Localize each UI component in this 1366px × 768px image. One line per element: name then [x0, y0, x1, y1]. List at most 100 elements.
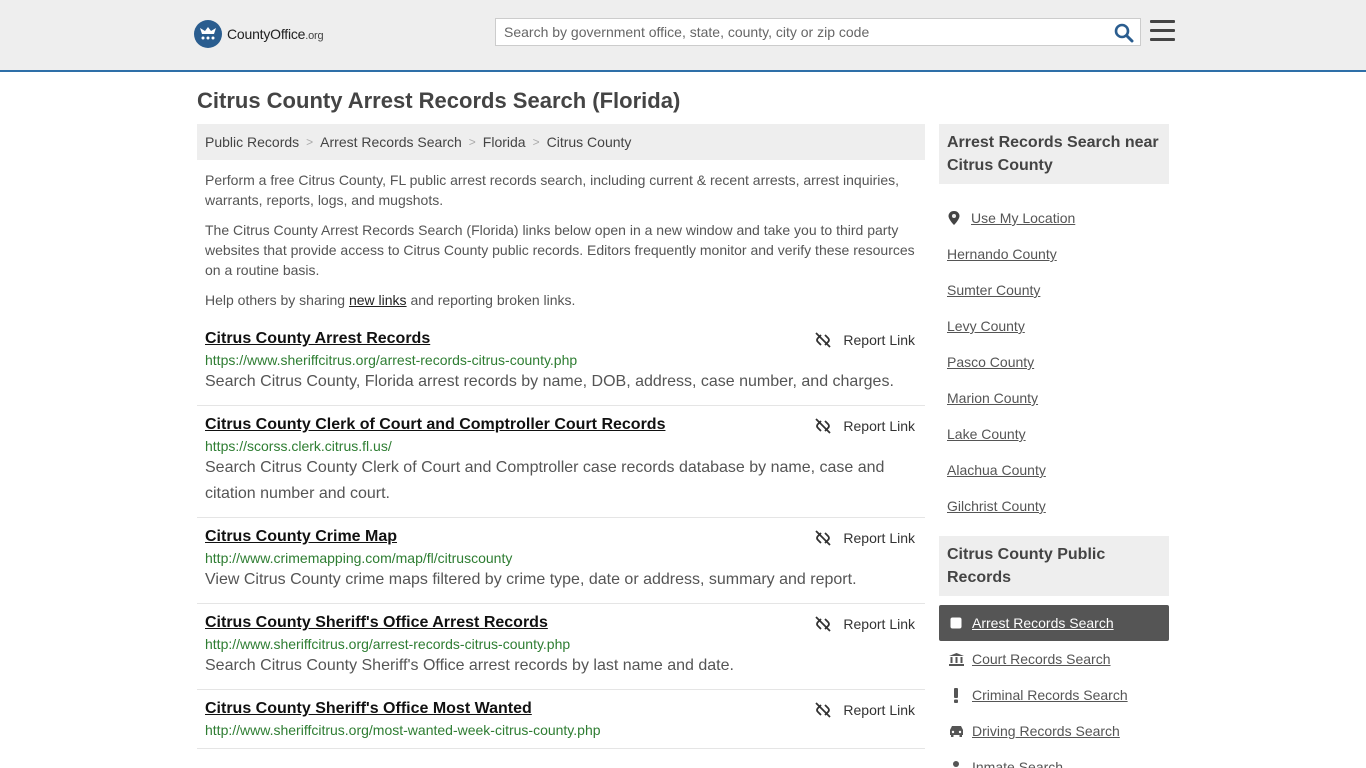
public-item-arrest-records[interactable]: Arrest Records Search — [939, 605, 1169, 641]
public-records-title: Citrus County Public Records — [939, 536, 1169, 596]
use-location-link[interactable]: Use My Location — [947, 210, 1075, 226]
result-item: Citrus County Sheriff's Office Arrest Re… — [197, 604, 925, 690]
report-link-label: Report Link — [843, 702, 915, 718]
near-item-label[interactable]: Marion County — [947, 390, 1038, 406]
result-title-link[interactable]: Citrus County Clerk of Court and Comptro… — [205, 416, 665, 434]
broken-link-icon — [815, 702, 832, 718]
intro-share-after: and reporting broken links. — [406, 292, 576, 308]
near-item-label[interactable]: Lake County — [947, 426, 1026, 442]
result-title-link[interactable]: Citrus County Sheriff's Office Most Want… — [205, 700, 532, 718]
near-title: Arrest Records Search near Citrus County — [939, 124, 1169, 184]
broken-link-icon — [815, 332, 832, 348]
breadcrumb-florida[interactable]: Florida — [483, 134, 526, 150]
report-link-label: Report Link — [843, 616, 915, 632]
broken-link-icon — [815, 616, 832, 632]
logo-text: CountyOffice.org — [227, 26, 324, 42]
result-description: Search Citrus County Sheriff's Office ar… — [205, 657, 734, 674]
public-item-court-records[interactable]: Court Records Search — [939, 641, 1169, 677]
near-item-lake[interactable]: Lake County — [947, 416, 1169, 452]
courthouse-icon — [948, 652, 964, 666]
car-icon — [948, 725, 964, 737]
breadcrumb-public-records[interactable]: Public Records — [205, 134, 299, 150]
breadcrumb-citrus-county[interactable]: Citrus County — [547, 134, 632, 150]
map-pin-icon — [948, 211, 960, 225]
public-item-label[interactable]: Court Records Search — [972, 651, 1111, 667]
public-item-label[interactable]: Arrest Records Search — [972, 615, 1114, 631]
intro-paragraph-3: Help others by sharing new links and rep… — [205, 290, 920, 310]
breadcrumb-arrest-records[interactable]: Arrest Records Search — [320, 134, 462, 150]
logo-text-main: CountyOffice — [227, 26, 306, 42]
public-item-driving-records[interactable]: Driving Records Search — [939, 713, 1169, 749]
result-description: Search Citrus County Clerk of Court and … — [205, 459, 885, 502]
near-item-label[interactable]: Sumter County — [947, 282, 1040, 298]
public-item-inmate-search[interactable]: Inmate Search — [939, 749, 1169, 768]
report-link-button[interactable]: Report Link — [815, 616, 915, 632]
inmate-icon — [948, 760, 964, 768]
report-link-button[interactable]: Report Link — [815, 418, 915, 434]
report-link-button[interactable]: Report Link — [815, 530, 915, 546]
intro-paragraph-1: Perform a free Citrus County, FL public … — [205, 172, 900, 208]
near-item-pasco[interactable]: Pasco County — [947, 344, 1169, 380]
result-item: Citrus County Clerk of Court and Comptro… — [197, 406, 925, 518]
intro-share-before: Help others by sharing — [205, 292, 349, 308]
logo-badge-icon — [194, 20, 222, 48]
near-item-marion[interactable]: Marion County — [947, 380, 1169, 416]
breadcrumb: Public Records > Arrest Records Search >… — [197, 124, 925, 160]
intro-paragraph-2: The Citrus County Arrest Records Search … — [205, 222, 915, 278]
result-description: View Citrus County crime maps filtered b… — [205, 571, 857, 588]
logo[interactable]: CountyOffice.org — [194, 20, 324, 48]
result-url: http://www.crimemapping.com/map/fl/citru… — [205, 550, 513, 566]
search-box — [495, 18, 1141, 46]
top-bar: CountyOffice.org — [0, 0, 1366, 72]
breadcrumb-separator-icon: > — [532, 135, 540, 149]
near-item-label[interactable]: Gilchrist County — [947, 498, 1046, 514]
intro-text: Perform a free Citrus County, FL public … — [205, 170, 920, 320]
square-icon — [948, 617, 964, 629]
near-item-alachua[interactable]: Alachua County — [947, 452, 1169, 488]
near-item-gilchrist[interactable]: Gilchrist County — [947, 488, 1169, 524]
near-item-levy[interactable]: Levy County — [947, 308, 1169, 344]
result-description: Search Citrus County, Florida arrest rec… — [205, 373, 894, 390]
near-item-label[interactable]: Hernando County — [947, 246, 1057, 262]
result-item: Citrus County Sheriff's Office Most Want… — [197, 690, 925, 749]
logo-text-org: .org — [305, 30, 324, 42]
result-title-link[interactable]: Citrus County Crime Map — [205, 528, 397, 546]
result-url: http://www.sheriffcitrus.org/arrest-reco… — [205, 636, 571, 652]
public-item-criminal-records[interactable]: Criminal Records Search — [939, 677, 1169, 713]
report-link-label: Report Link — [843, 332, 915, 348]
broken-link-icon — [815, 530, 832, 546]
use-location-item[interactable]: Use My Location — [947, 200, 1169, 236]
exclamation-icon — [948, 687, 964, 703]
public-item-label[interactable]: Driving Records Search — [972, 723, 1120, 739]
broken-link-icon — [815, 418, 832, 434]
near-list: Use My Location Hernando County Sumter C… — [947, 200, 1169, 524]
result-url: http://www.sheriffcitrus.org/most-wanted… — [205, 722, 601, 738]
report-link-label: Report Link — [843, 418, 915, 434]
breadcrumb-separator-icon: > — [306, 135, 314, 149]
report-link-button[interactable]: Report Link — [815, 332, 915, 348]
use-location-label[interactable]: Use My Location — [971, 210, 1075, 226]
result-item: Citrus County Crime Map Report Link http… — [197, 518, 925, 604]
page-title: Citrus County Arrest Records Search (Flo… — [197, 88, 681, 113]
report-link-label: Report Link — [843, 530, 915, 546]
search-icon — [1114, 23, 1134, 43]
public-records-list: Arrest Records Search Court Records Sear… — [939, 605, 1169, 768]
result-title-link[interactable]: Citrus County Arrest Records — [205, 330, 430, 348]
result-url: https://www.sheriffcitrus.org/arrest-rec… — [205, 352, 578, 368]
near-item-label[interactable]: Levy County — [947, 318, 1025, 334]
search-button[interactable] — [1114, 23, 1134, 43]
public-item-label[interactable]: Inmate Search — [972, 759, 1063, 768]
breadcrumb-separator-icon: > — [468, 135, 476, 149]
search-input[interactable] — [496, 19, 1106, 45]
result-title-link[interactable]: Citrus County Sheriff's Office Arrest Re… — [205, 614, 548, 632]
result-item: Citrus County Arrest Records Report Link… — [197, 320, 925, 406]
new-links-link[interactable]: new links — [349, 292, 407, 308]
result-url: https://scorss.clerk.citrus.fl.us/ — [205, 438, 392, 454]
near-item-label[interactable]: Alachua County — [947, 462, 1046, 478]
near-item-label[interactable]: Pasco County — [947, 354, 1034, 370]
hamburger-menu-icon[interactable] — [1150, 20, 1175, 42]
public-item-label[interactable]: Criminal Records Search — [972, 687, 1128, 703]
report-link-button[interactable]: Report Link — [815, 702, 915, 718]
near-item-sumter[interactable]: Sumter County — [947, 272, 1169, 308]
near-item-hernando[interactable]: Hernando County — [947, 236, 1169, 272]
